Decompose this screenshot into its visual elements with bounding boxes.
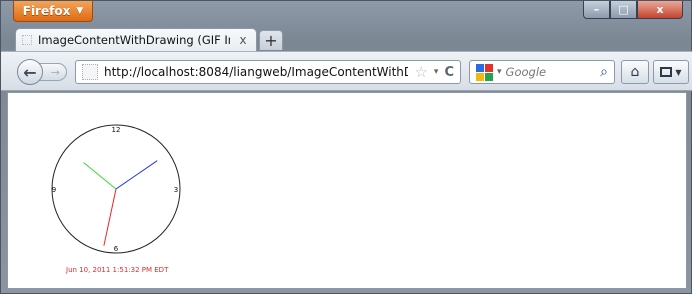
back-button[interactable]: ←	[17, 59, 43, 85]
second-hand	[103, 188, 117, 246]
minimize-button[interactable]: –	[583, 1, 610, 19]
clock-timestamp: Jun 10, 2011 1:51:32 PM EDT	[66, 266, 169, 274]
tab-image-content[interactable]: ImageContentWithDrawing (GIF Image, ... …	[15, 28, 257, 51]
search-input[interactable]: Google	[506, 65, 597, 79]
chevron-down-icon: ▼	[76, 6, 84, 16]
google-icon[interactable]	[476, 63, 493, 81]
search-bar[interactable]: ▾ Google ⌕	[469, 60, 615, 84]
page-icon	[22, 35, 32, 45]
reload-button[interactable]: C	[444, 65, 454, 80]
tab-title: ImageContentWithDrawing (GIF Image, ...	[38, 33, 230, 47]
bookmark-star-icon[interactable]: ☆	[414, 63, 427, 81]
history-dropdown-icon[interactable]: ▾	[434, 67, 439, 77]
firefox-menu-label: Firefox	[22, 4, 71, 18]
browser-window: Firefox ▼ – □ x ImageContentWithDrawing …	[0, 0, 692, 294]
clock-number-6: 6	[114, 245, 119, 253]
site-identity-icon[interactable]	[82, 64, 98, 80]
bookmarks-icon	[660, 67, 673, 77]
search-icon[interactable]: ⌕	[600, 64, 608, 80]
new-tab-button[interactable]: +	[259, 30, 283, 50]
maximize-button[interactable]: □	[610, 1, 637, 19]
url-text[interactable]: http://localhost:8084/liangweb/ImageCont…	[104, 65, 408, 79]
bookmarks-button[interactable]: ▼	[653, 60, 689, 84]
clock-image: 12 3 6 9	[51, 124, 181, 254]
tab-close-icon[interactable]: x	[236, 33, 250, 47]
chevron-down-icon: ▼	[675, 67, 682, 77]
close-window-button[interactable]: x	[637, 1, 683, 19]
navigation-toolbar: ← → http://localhost:8084/liangweb/Image…	[1, 51, 692, 91]
tab-strip: ImageContentWithDrawing (GIF Image, ... …	[1, 25, 692, 51]
clock-number-9: 9	[52, 186, 56, 194]
page-content: 12 3 6 9 Jun 10, 2011 1:51:32 PM EDT	[7, 92, 687, 289]
hour-hand	[115, 160, 158, 190]
firefox-menu-button[interactable]: Firefox ▼	[13, 1, 93, 22]
clock-number-3: 3	[174, 186, 178, 194]
back-forward-group: ← →	[17, 59, 75, 85]
title-bar: Firefox ▼ – □ x	[1, 1, 692, 25]
clock-number-12: 12	[112, 126, 121, 134]
search-engine-dropdown-icon[interactable]: ▾	[497, 67, 502, 77]
address-bar[interactable]: http://localhost:8084/liangweb/ImageCont…	[75, 60, 461, 84]
home-button[interactable]: ⌂	[621, 60, 649, 84]
minute-hand	[83, 162, 117, 190]
